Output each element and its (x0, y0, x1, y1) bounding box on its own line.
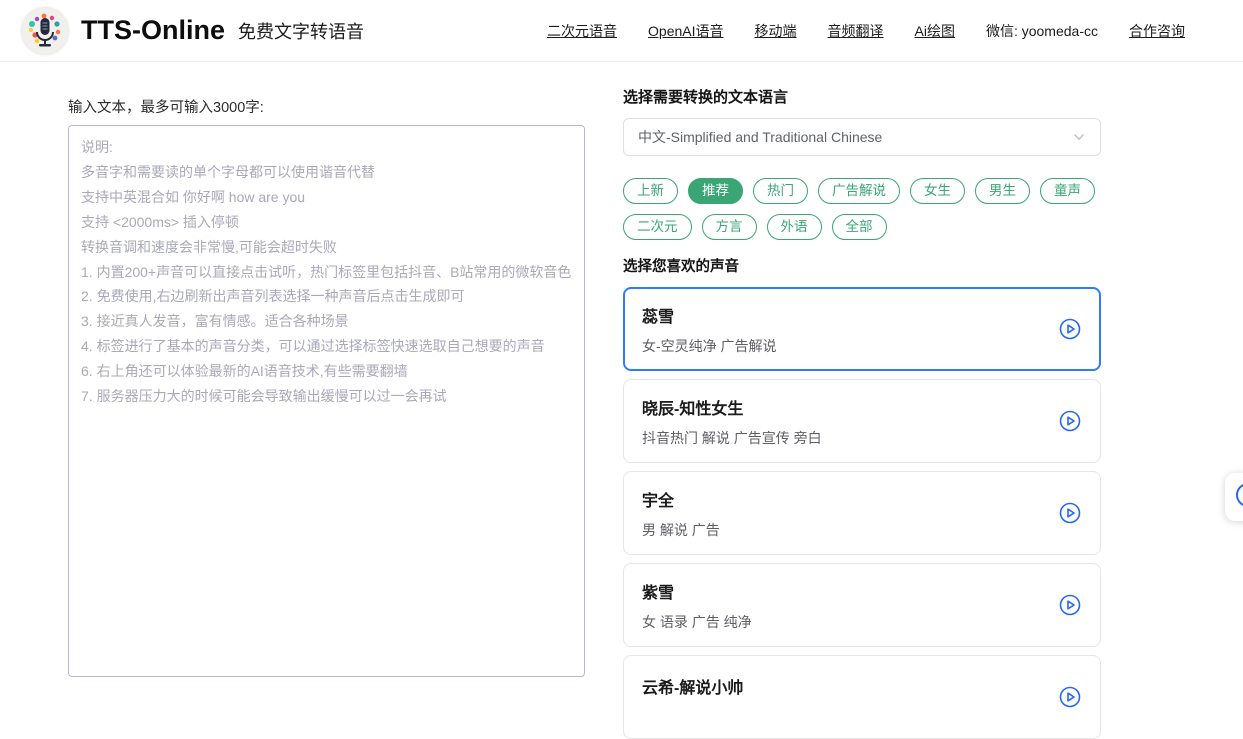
play-icon[interactable] (1058, 501, 1082, 525)
tag-child-voice[interactable]: 童声 (1040, 178, 1095, 204)
floating-widget[interactable] (1225, 473, 1243, 521)
voice-info: 蕊雪 女-空灵纯净 广告解说 (642, 303, 777, 356)
wechat-contact-text: 微信: yoomeda-cc (986, 21, 1098, 41)
nav-link-anime-voice[interactable]: 二次元语音 (547, 21, 617, 41)
voice-description: 女-空灵纯净 广告解说 (642, 336, 777, 356)
text-input-label: 输入文本，最多可输入3000字: (68, 96, 585, 117)
app-logo-microphone-icon (22, 8, 68, 54)
voice-description: 男 解说 广告 (642, 520, 720, 540)
tag-all[interactable]: 全部 (832, 214, 887, 240)
play-icon[interactable] (1058, 317, 1082, 341)
voice-info: 云希-解说小帅 (642, 674, 743, 721)
voice-card-xiaochen[interactable]: 晓辰-知性女生 抖音热门 解说 广告宣传 旁白 (623, 379, 1101, 463)
nav-link-cooperation[interactable]: 合作咨询 (1129, 21, 1185, 41)
language-select[interactable]: 中文-Simplified and Traditional Chinese (623, 118, 1101, 156)
nav-link-openai-voice[interactable]: OpenAI语音 (648, 21, 723, 41)
tag-anime[interactable]: 二次元 (623, 214, 692, 240)
app-subtitle: 免费文字转语音 (238, 18, 364, 44)
voice-description: 女 语录 广告 纯净 (642, 612, 752, 632)
language-section-label: 选择需要转换的文本语言 (623, 86, 1101, 107)
voice-list: 蕊雪 女-空灵纯净 广告解说 晓辰-知性女生 抖音热门 解说 广告宣传 旁白 (623, 287, 1101, 739)
voice-name: 晓辰-知性女生 (642, 395, 822, 419)
nav-link-audio-translate[interactable]: 音频翻译 (828, 21, 884, 41)
voice-info: 紫雪 女 语录 广告 纯净 (642, 579, 752, 632)
main-content: 输入文本，最多可输入3000字: 选择需要转换的文本语言 中文-Simplifi… (0, 62, 1243, 739)
tag-female[interactable]: 女生 (910, 178, 965, 204)
nav-link-mobile[interactable]: 移动端 (755, 21, 797, 41)
voice-card-yunxi[interactable]: 云希-解说小帅 (623, 655, 1101, 739)
nav-link-ai-drawing[interactable]: Ai绘图 (915, 21, 955, 41)
floating-widget-icon (1234, 481, 1243, 514)
text-input-area[interactable] (68, 125, 585, 677)
top-nav: 二次元语音 OpenAI语音 移动端 音频翻译 Ai绘图 微信: yoomeda… (547, 21, 1185, 41)
voice-tag-filter: 上新 推荐 热门 广告解说 女生 男生 童声 二次元 方言 外语 全部 (623, 178, 1101, 240)
tag-hot[interactable]: 热门 (753, 178, 808, 204)
voice-config-panel: 选择需要转换的文本语言 中文-Simplified and Traditiona… (623, 86, 1101, 739)
tag-new[interactable]: 上新 (623, 178, 678, 204)
voice-card-ruixue[interactable]: 蕊雪 女-空灵纯净 广告解说 (623, 287, 1101, 371)
play-icon[interactable] (1058, 409, 1082, 433)
play-icon[interactable] (1058, 685, 1082, 709)
voice-name: 蕊雪 (642, 303, 777, 327)
tag-recommended[interactable]: 推荐 (688, 178, 743, 204)
voice-card-yuquan[interactable]: 宇全 男 解说 广告 (623, 471, 1101, 555)
chevron-down-icon (1072, 130, 1086, 144)
app-title: TTS-Online (81, 15, 225, 46)
voice-section-label: 选择您喜欢的声音 (623, 255, 1101, 276)
tag-ad-narration[interactable]: 广告解说 (818, 178, 900, 204)
voice-name: 云希-解说小帅 (642, 674, 743, 698)
tag-dialect[interactable]: 方言 (702, 214, 757, 240)
voice-name: 宇全 (642, 487, 720, 511)
tag-foreign-language[interactable]: 外语 (767, 214, 822, 240)
language-select-value: 中文-Simplified and Traditional Chinese (638, 127, 882, 147)
voice-name: 紫雪 (642, 579, 752, 603)
voice-info: 宇全 男 解说 广告 (642, 487, 720, 540)
voice-card-zixue[interactable]: 紫雪 女 语录 广告 纯净 (623, 563, 1101, 647)
voice-info: 晓辰-知性女生 抖音热门 解说 广告宣传 旁白 (642, 395, 822, 448)
tag-male[interactable]: 男生 (975, 178, 1030, 204)
voice-description: 抖音热门 解说 广告宣传 旁白 (642, 428, 822, 448)
header: TTS-Online 免费文字转语音 二次元语音 OpenAI语音 移动端 音频… (0, 0, 1243, 62)
text-input-panel: 输入文本，最多可输入3000字: (68, 92, 585, 677)
play-icon[interactable] (1058, 593, 1082, 617)
voice-description (642, 707, 743, 721)
